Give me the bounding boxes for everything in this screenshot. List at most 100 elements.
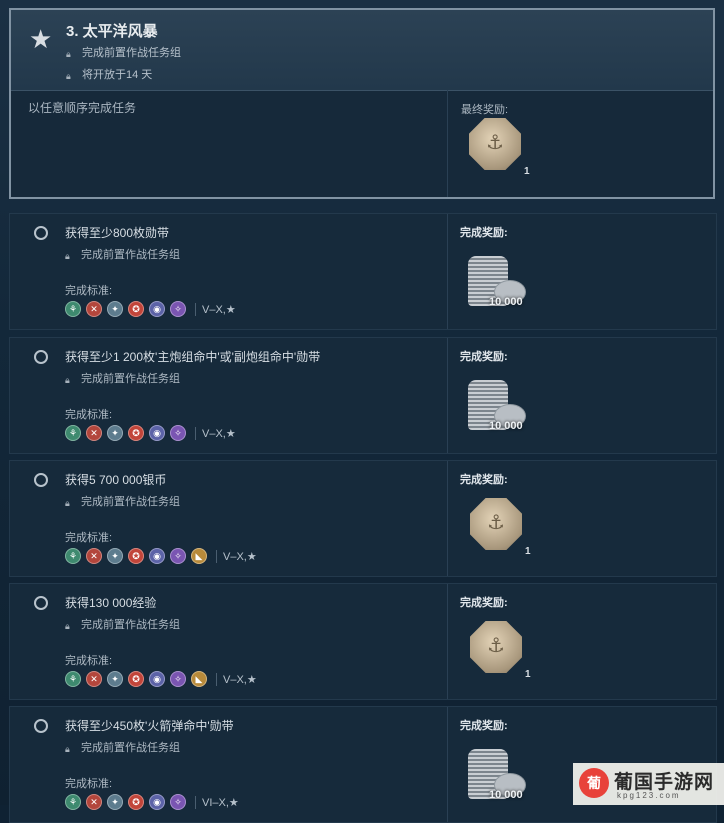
ship-class-icon[interactable]: ◉ xyxy=(149,301,165,317)
ship-class-icon[interactable]: ◉ xyxy=(149,548,165,564)
ship-class-icon[interactable]: ✧ xyxy=(170,794,186,810)
task-status-radio[interactable] xyxy=(34,226,48,240)
criteria-row: ⚘ ✕ ✦ ✪ ◉ ✧ ◣ V–X,★ xyxy=(65,547,257,565)
ship-class-icon[interactable]: ✧ xyxy=(170,548,186,564)
reward-label: 完成奖励: xyxy=(460,474,508,486)
campaign-header-top: ★ 3. 太平洋风暴 🔒︎ 完成前置作战任务组 🔒︎ 将开放于14 天 xyxy=(11,10,713,91)
criteria-label: 完成标准: xyxy=(65,285,113,297)
ship-class-icon[interactable]: ✪ xyxy=(128,548,144,564)
campaign-title: 3. 太平洋风暴 xyxy=(66,23,158,40)
task-details: 获得至少800枚勋带 🔒︎ 完成前置作战任务组 完成标准: ⚘ ✕ ✦ ✪ ◉ ✧ V–X,… xyxy=(10,214,448,329)
anchor-icon: ⚓︎ xyxy=(486,132,504,154)
order-text: 以任意顺序完成任务 xyxy=(28,101,137,115)
ship-class-icon[interactable]: ◉ xyxy=(149,794,165,810)
task-card[interactable]: 获得至少800枚勋带 🔒︎ 完成前置作战任务组 完成标准: ⚘ ✕ ✦ ✪ ◉ ✧ V–X,… xyxy=(9,213,717,330)
task-status-radio[interactable] xyxy=(34,719,48,733)
lock-icon: 🔒︎ xyxy=(66,49,71,59)
task-details: 获得5 700 000银币 🔒︎ 完成前置作战任务组 完成标准: ⚘ ✕ ✦ ✪ ◉ ✧ ◣ … xyxy=(10,461,448,576)
ship-class-icon[interactable]: ✕ xyxy=(86,425,102,441)
ship-class-icon[interactable]: ✪ xyxy=(128,425,144,441)
watermark-name: 葡国手游网 xyxy=(614,772,715,793)
ship-class-icon[interactable]: ✦ xyxy=(107,548,123,564)
ship-class-icon[interactable]: ✧ xyxy=(170,671,186,687)
anchor-icon: ⚓︎ xyxy=(487,635,505,657)
prerequisite-line: 🔒︎ 完成前置作战任务组 xyxy=(66,47,181,59)
lock-icon: 🔒︎ xyxy=(65,744,70,754)
task-title: 获得130 000经验 xyxy=(65,596,157,610)
task-card[interactable]: 获得130 000经验 🔒︎ 完成前置作战任务组 完成标准: ⚘ ✕ ✦ ✪ ◉ ✧ ◣ V–… xyxy=(9,583,717,700)
ship-class-icon[interactable]: ✦ xyxy=(107,671,123,687)
criteria-row: ⚘ ✕ ✦ ✪ ◉ ✧ ◣ V–X,★ xyxy=(65,670,257,688)
ship-class-icon[interactable]: ✕ xyxy=(86,671,102,687)
task-details: 获得至少1 200枚'主炮组命中'或'副炮组命中'勋带 🔒︎ 完成前置作战任务组 … xyxy=(10,338,448,453)
ship-class-icon[interactable]: ⚘ xyxy=(65,671,81,687)
ship-class-icon[interactable]: ✪ xyxy=(128,301,144,317)
final-reward-label: 最终奖励: xyxy=(461,104,509,116)
task-title: 获得5 700 000银币 xyxy=(65,473,167,487)
ship-class-icon[interactable]: ✪ xyxy=(128,794,144,810)
criteria-row: ⚘ ✕ ✦ ✪ ◉ ✧ V–X,★ xyxy=(65,424,236,442)
final-reward-medal[interactable]: ⚓︎ 1 xyxy=(469,118,530,177)
criteria-row: ⚘ ✕ ✦ ✪ ◉ ✧ VI–X,★ xyxy=(65,793,239,811)
tier-range: V–X,★ xyxy=(216,672,257,686)
task-status-radio[interactable] xyxy=(34,473,48,487)
task-prerequisite: 🔒︎ 完成前置作战任务组 xyxy=(65,249,180,261)
ship-class-icon[interactable]: ◉ xyxy=(149,671,165,687)
ship-class-icon[interactable]: ✦ xyxy=(107,301,123,317)
campaign-header-body: 以任意顺序完成任务 最终奖励: ⚓︎ 1 xyxy=(11,90,713,197)
order-panel: 以任意顺序完成任务 xyxy=(11,90,448,197)
ship-class-icon[interactable]: ✕ xyxy=(86,794,102,810)
task-status-radio[interactable] xyxy=(34,350,48,364)
final-reward-count: 1 xyxy=(524,166,530,177)
campaign-header-card[interactable]: ★ 3. 太平洋风暴 🔒︎ 完成前置作战任务组 🔒︎ 将开放于14 天 以任意顺序完… xyxy=(9,8,715,199)
tier-range: V–X,★ xyxy=(216,549,257,563)
coin-reward[interactable]: 10 000 xyxy=(468,256,538,311)
criteria-label: 完成标准: xyxy=(65,409,113,421)
task-status-radio[interactable] xyxy=(34,596,48,610)
star-icon: ★ xyxy=(29,24,53,54)
reward-amount: 1 xyxy=(525,669,531,680)
ship-class-icon[interactable]: ◉ xyxy=(149,425,165,441)
medal-reward[interactable]: ⚓︎ 1 xyxy=(470,621,531,680)
task-title: 获得至少450枚'火箭弹命中'勋带 xyxy=(65,719,234,733)
reward-amount: 1 xyxy=(525,546,531,557)
criteria-label: 完成标准: xyxy=(65,655,113,667)
medal-reward[interactable]: ⚓︎ 1 xyxy=(470,498,531,557)
task-prerequisite: 🔒︎ 完成前置作战任务组 xyxy=(65,742,180,754)
criteria-label: 完成标准: xyxy=(65,532,113,544)
unlock-time-line: 🔒︎ 将开放于14 天 xyxy=(66,69,153,81)
task-card[interactable]: 获得至少1 200枚'主炮组命中'或'副炮组命中'勋带 🔒︎ 完成前置作战任务组 … xyxy=(9,337,717,454)
reward-label: 完成奖励: xyxy=(460,597,508,609)
ship-class-icon[interactable]: ✕ xyxy=(86,548,102,564)
ship-class-icon[interactable]: ✦ xyxy=(107,425,123,441)
tier-range: V–X,★ xyxy=(195,302,236,316)
lock-icon: 🔒︎ xyxy=(65,375,70,385)
ship-class-icon[interactable]: ⚘ xyxy=(65,425,81,441)
reward-label: 完成奖励: xyxy=(460,720,508,732)
task-card[interactable]: 获得5 700 000银币 🔒︎ 完成前置作战任务组 完成标准: ⚘ ✕ ✦ ✪ ◉ ✧ ◣ … xyxy=(9,460,717,577)
task-prerequisite: 🔒︎ 完成前置作战任务组 xyxy=(65,619,180,631)
watermark: 葡 葡国手游网 kpg123.com xyxy=(573,763,724,805)
ship-class-icon[interactable]: ◣ xyxy=(191,548,207,564)
reward-amount: 10 000 xyxy=(489,296,523,308)
ship-class-icon[interactable]: ◣ xyxy=(191,671,207,687)
ship-class-icon[interactable]: ✧ xyxy=(170,301,186,317)
ship-class-icon[interactable]: ⚘ xyxy=(65,301,81,317)
lock-icon: 🔒︎ xyxy=(65,621,70,631)
coin-reward[interactable]: 10 000 xyxy=(468,380,538,435)
task-title: 获得至少1 200枚'主炮组命中'或'副炮组命中'勋带 xyxy=(65,350,321,364)
coin-reward[interactable]: 10 000 xyxy=(468,749,538,804)
ship-class-icon[interactable]: ✪ xyxy=(128,671,144,687)
criteria-row: ⚘ ✕ ✦ ✪ ◉ ✧ V–X,★ xyxy=(65,300,236,318)
anchor-icon: ⚓︎ xyxy=(487,512,505,534)
watermark-url: kpg123.com xyxy=(617,791,681,800)
task-prerequisite: 🔒︎ 完成前置作战任务组 xyxy=(65,496,180,508)
ship-class-icon[interactable]: ✦ xyxy=(107,794,123,810)
criteria-label: 完成标准: xyxy=(65,778,113,790)
lock-icon: 🔒︎ xyxy=(65,251,70,261)
ship-class-icon[interactable]: ✕ xyxy=(86,301,102,317)
ship-class-icon[interactable]: ✧ xyxy=(170,425,186,441)
ship-class-icon[interactable]: ⚘ xyxy=(65,794,81,810)
ship-class-icon[interactable]: ⚘ xyxy=(65,548,81,564)
reward-label: 完成奖励: xyxy=(460,351,508,363)
